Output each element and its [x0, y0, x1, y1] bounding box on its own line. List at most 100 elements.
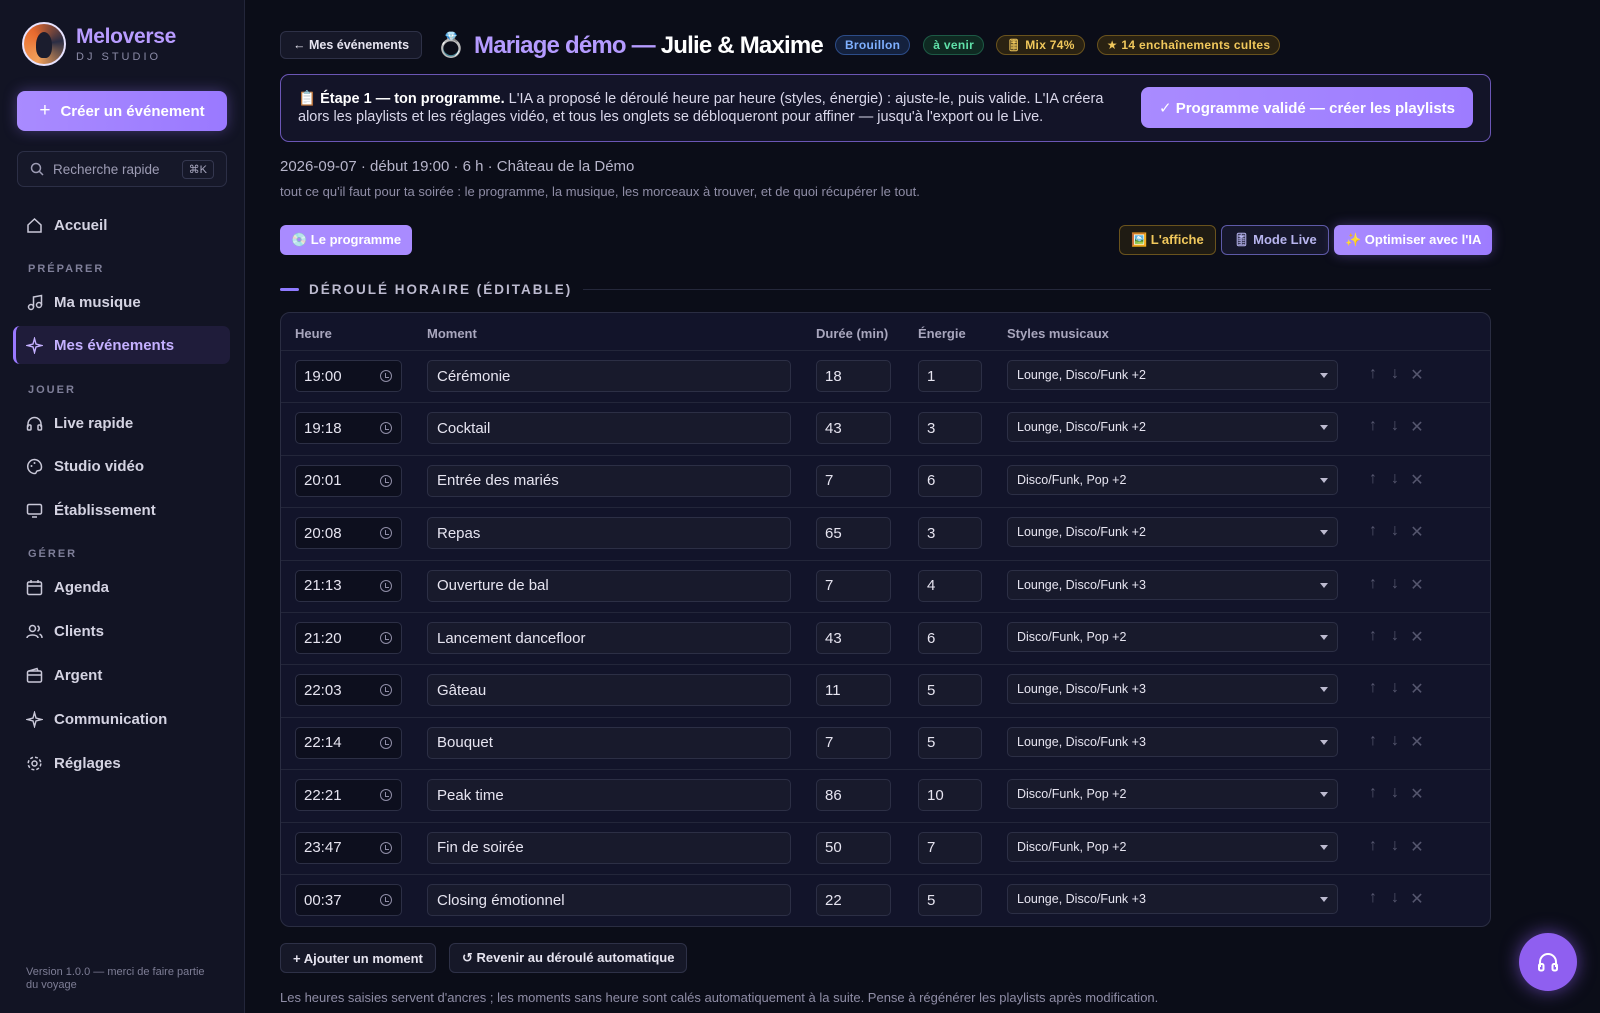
styles-select[interactable]: Lounge, Disco/Funk +2: [1007, 360, 1338, 390]
moment-input[interactable]: Fin de soirée: [427, 831, 791, 864]
close-icon[interactable]: ✕: [1410, 522, 1424, 542]
duration-input[interactable]: 22: [816, 884, 891, 916]
add-moment-button[interactable]: + Ajouter un moment: [280, 943, 436, 973]
validate-program-button[interactable]: ✓ Programme validé — créer les playlists: [1141, 87, 1473, 128]
energy-input[interactable]: 5: [918, 884, 982, 916]
duration-input[interactable]: 43: [816, 412, 891, 445]
energy-input[interactable]: 5: [918, 726, 982, 759]
clock-icon[interactable]: [380, 527, 392, 540]
move-up-icon[interactable]: ↑: [1366, 837, 1380, 857]
styles-select[interactable]: Lounge, Disco/Funk +2: [1007, 517, 1338, 548]
sidebar-item-venue[interactable]: Établissement: [13, 491, 230, 529]
close-icon[interactable]: ✕: [1410, 889, 1424, 909]
close-icon[interactable]: ✕: [1410, 417, 1424, 437]
duration-input[interactable]: 7: [816, 464, 891, 497]
sidebar-item-live[interactable]: Live rapide: [13, 404, 230, 442]
styles-select[interactable]: Lounge, Disco/Funk +3: [1007, 884, 1338, 914]
styles-select[interactable]: Lounge, Disco/Funk +3: [1007, 726, 1338, 757]
move-down-icon[interactable]: ↓: [1388, 679, 1402, 699]
clock-icon[interactable]: [380, 684, 392, 697]
move-down-icon[interactable]: ↓: [1388, 627, 1402, 647]
styles-select[interactable]: Lounge, Disco/Funk +2: [1007, 412, 1338, 443]
clock-icon[interactable]: [380, 894, 392, 906]
optimize-ai-button[interactable]: ✨ Optimiser avec l'IA: [1334, 225, 1493, 255]
clock-icon[interactable]: [380, 579, 392, 592]
clock-icon[interactable]: [380, 422, 392, 435]
duration-input[interactable]: 65: [816, 517, 891, 550]
time-input[interactable]: 22:14: [295, 726, 402, 759]
move-down-icon[interactable]: ↓: [1388, 417, 1402, 437]
duration-input[interactable]: 18: [816, 360, 891, 392]
move-up-icon[interactable]: ↑: [1366, 417, 1380, 437]
styles-select[interactable]: Lounge, Disco/Funk +3: [1007, 569, 1338, 600]
sidebar-item-video[interactable]: Studio vidéo: [13, 447, 230, 485]
energy-input[interactable]: 4: [918, 569, 982, 602]
energy-input[interactable]: 7: [918, 831, 982, 864]
back-to-events-button[interactable]: ← Mes événements: [280, 31, 423, 59]
energy-input[interactable]: 3: [918, 517, 982, 550]
sidebar-item-music[interactable]: Ma musique: [13, 283, 230, 321]
move-up-icon[interactable]: ↑: [1366, 627, 1380, 647]
move-up-icon[interactable]: ↑: [1366, 522, 1380, 542]
styles-select[interactable]: Disco/Funk, Pop +2: [1007, 622, 1338, 652]
live-mode-button[interactable]: 🎚 Mode Live: [1221, 225, 1329, 255]
moment-input[interactable]: Lancement dancefloor: [427, 622, 791, 654]
move-up-icon[interactable]: ↑: [1366, 470, 1380, 490]
clock-icon[interactable]: [380, 736, 392, 749]
close-icon[interactable]: ✕: [1410, 627, 1424, 647]
sidebar-item-clients[interactable]: Clients: [13, 612, 230, 650]
move-up-icon[interactable]: ↑: [1366, 784, 1380, 804]
styles-select[interactable]: Disco/Funk, Pop +2: [1007, 779, 1338, 810]
revert-schedule-button[interactable]: ↺ Revenir au déroulé automatique: [449, 943, 688, 973]
styles-select[interactable]: Disco/Funk, Pop +2: [1007, 464, 1338, 495]
time-input[interactable]: 00:37: [295, 884, 402, 916]
moment-input[interactable]: Gâteau: [427, 674, 791, 707]
close-icon[interactable]: ✕: [1410, 365, 1424, 385]
move-down-icon[interactable]: ↓: [1388, 889, 1402, 909]
styles-select[interactable]: Lounge, Disco/Funk +3: [1007, 674, 1338, 705]
move-down-icon[interactable]: ↓: [1388, 470, 1402, 490]
move-up-icon[interactable]: ↑: [1366, 575, 1380, 595]
duration-input[interactable]: 7: [816, 726, 891, 759]
energy-input[interactable]: 10: [918, 779, 982, 812]
clock-icon[interactable]: [380, 789, 392, 802]
moment-input[interactable]: Cérémonie: [427, 360, 791, 392]
moment-input[interactable]: Cocktail: [427, 412, 791, 445]
move-up-icon[interactable]: ↑: [1366, 732, 1380, 752]
moment-input[interactable]: Peak time: [427, 779, 791, 812]
moment-input[interactable]: Entrée des mariés: [427, 464, 791, 497]
time-input[interactable]: 22:03: [295, 674, 402, 707]
duration-input[interactable]: 50: [816, 831, 891, 864]
close-icon[interactable]: ✕: [1410, 679, 1424, 699]
close-icon[interactable]: ✕: [1410, 837, 1424, 857]
sidebar-item-events[interactable]: Mes événements: [13, 326, 230, 364]
time-input[interactable]: 22:21: [295, 779, 402, 812]
sidebar-item-home[interactable]: Accueil: [13, 206, 230, 244]
sidebar-item-settings[interactable]: Réglages: [13, 744, 230, 782]
time-input[interactable]: 23:47: [295, 831, 402, 864]
close-icon[interactable]: ✕: [1410, 575, 1424, 595]
clock-icon[interactable]: [380, 841, 392, 854]
duration-input[interactable]: 11: [816, 674, 891, 707]
move-up-icon[interactable]: ↑: [1366, 679, 1380, 699]
moment-input[interactable]: Repas: [427, 517, 791, 550]
time-input[interactable]: 21:13: [295, 569, 402, 602]
move-down-icon[interactable]: ↓: [1388, 365, 1402, 385]
close-icon[interactable]: ✕: [1410, 732, 1424, 752]
energy-input[interactable]: 6: [918, 622, 982, 654]
energy-input[interactable]: 6: [918, 464, 982, 497]
duration-input[interactable]: 7: [816, 569, 891, 602]
close-icon[interactable]: ✕: [1410, 784, 1424, 804]
sidebar-item-money[interactable]: Argent: [13, 656, 230, 694]
close-icon[interactable]: ✕: [1410, 470, 1424, 490]
move-down-icon[interactable]: ↓: [1388, 522, 1402, 542]
clock-icon[interactable]: [380, 632, 392, 644]
move-down-icon[interactable]: ↓: [1388, 784, 1402, 804]
duration-input[interactable]: 43: [816, 622, 891, 654]
create-event-button[interactable]: + Créer un événement: [17, 91, 227, 131]
brand[interactable]: Meloverse DJ STUDIO: [22, 22, 176, 66]
move-down-icon[interactable]: ↓: [1388, 732, 1402, 752]
time-input[interactable]: 20:01: [295, 464, 402, 497]
move-up-icon[interactable]: ↑: [1366, 889, 1380, 909]
clock-icon[interactable]: [380, 474, 392, 487]
